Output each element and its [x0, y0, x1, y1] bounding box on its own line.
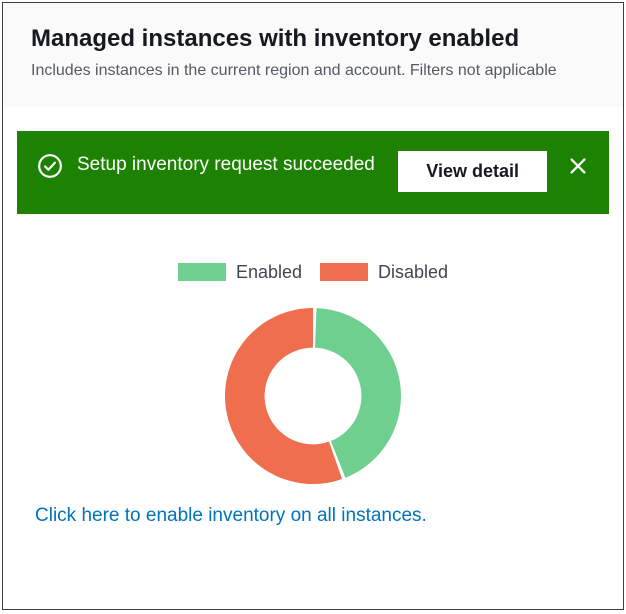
card-title: Managed instances with inventory enabled [31, 23, 595, 54]
view-detail-button[interactable]: View detail [398, 151, 547, 192]
legend-swatch-disabled [320, 263, 368, 281]
success-check-icon [37, 153, 63, 179]
close-icon [567, 155, 589, 180]
card-subtitle: Includes instances in the current region… [31, 60, 595, 82]
legend-label-disabled: Disabled [378, 262, 448, 283]
inventory-card: Managed instances with inventory enabled… [2, 2, 624, 610]
success-notification: Setup inventory request succeeded View d… [17, 131, 609, 214]
card-content: Setup inventory request succeeded View d… [3, 107, 623, 609]
legend-label-enabled: Enabled [236, 262, 302, 283]
legend-item-disabled: Disabled [320, 262, 448, 283]
legend-item-enabled: Enabled [178, 262, 302, 283]
chart-legend: Enabled Disabled [17, 262, 609, 283]
notification-message: Setup inventory request succeeded [77, 151, 384, 180]
close-notification-button[interactable] [567, 155, 589, 180]
enable-all-link[interactable]: Click here to enable inventory on all in… [35, 505, 609, 527]
card-header: Managed instances with inventory enabled… [3, 3, 623, 107]
donut-chart [17, 301, 609, 491]
legend-swatch-enabled [178, 263, 226, 281]
